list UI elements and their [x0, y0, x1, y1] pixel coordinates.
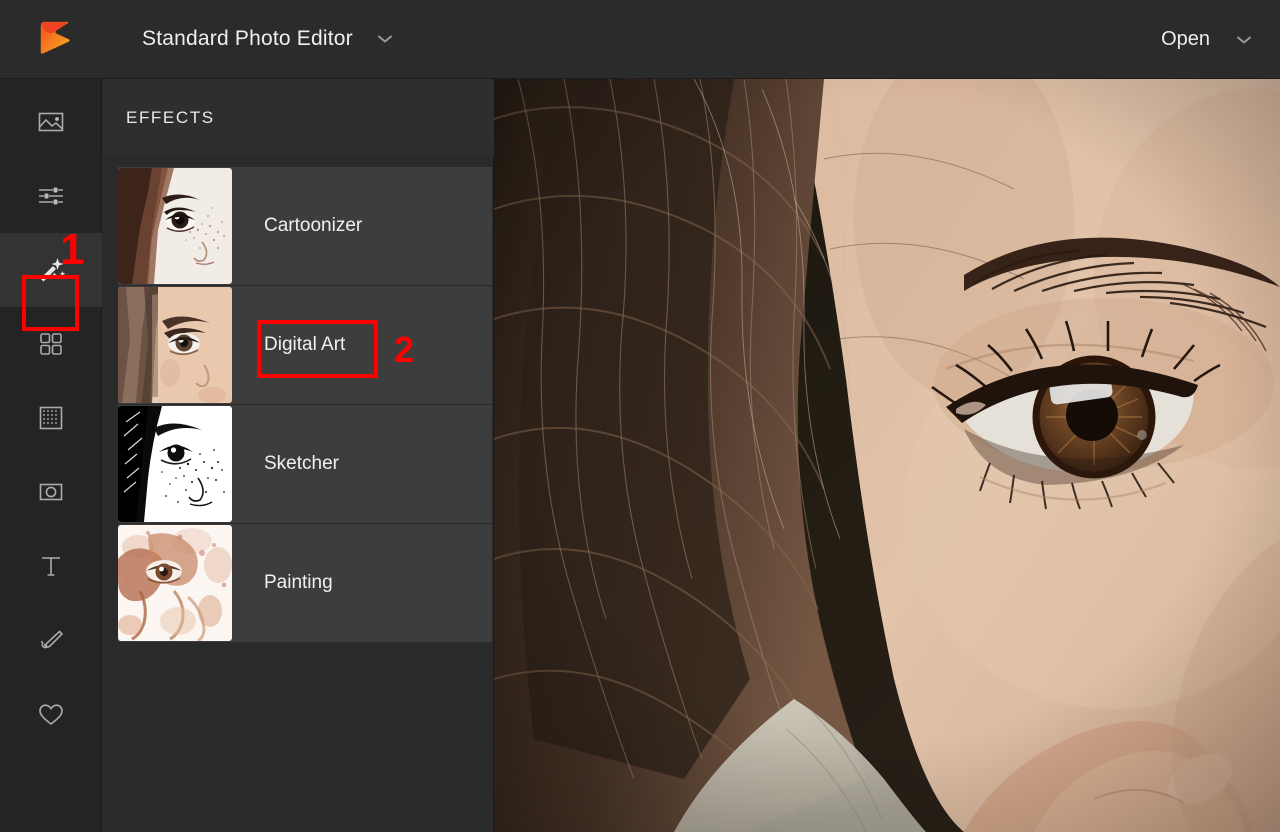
- digital-art-thumbnail: [118, 287, 232, 403]
- sidebar-item-image[interactable]: [0, 85, 102, 159]
- app-header: Standard Photo Editor Open: [0, 0, 1280, 79]
- chevron-down-icon: [377, 34, 393, 44]
- texture-icon: [33, 400, 69, 436]
- sidebar-item-adjust[interactable]: [0, 159, 102, 233]
- effect-row-cartoonizer[interactable]: Cartoonizer: [118, 167, 492, 285]
- open-button[interactable]: Open: [1161, 0, 1252, 79]
- sidebar-item-artsy[interactable]: [0, 307, 102, 381]
- effect-label: Cartoonizer: [264, 215, 362, 237]
- effects-list: Cartoonizer: [102, 167, 494, 643]
- frame-circle-icon: [33, 474, 69, 510]
- digital-art-effect-label: Digital Art: [264, 334, 345, 356]
- page-title: Standard Photo Editor: [142, 27, 353, 51]
- heart-icon: [33, 696, 69, 732]
- befunky-logo-icon: [36, 20, 74, 58]
- effect-row-digital-art[interactable]: Digital Art: [118, 286, 492, 404]
- effect-row-painting[interactable]: Painting: [118, 524, 492, 642]
- effects-panel-header: EFFECTS: [102, 79, 494, 156]
- open-button-label: Open: [1161, 28, 1210, 51]
- effects-panel: EFFECTS: [102, 79, 494, 832]
- app-title-dropdown[interactable]: Standard Photo Editor: [142, 27, 393, 51]
- tool-sidebar: [0, 79, 102, 832]
- effect-row-sketcher[interactable]: Sketcher: [118, 405, 492, 523]
- sidebar-item-frames[interactable]: [0, 455, 102, 529]
- sidebar-item-graphics[interactable]: [0, 677, 102, 751]
- image-icon: [33, 104, 69, 140]
- chevron-down-icon: [1236, 35, 1252, 45]
- effect-label: Painting: [264, 572, 333, 594]
- sketcher-thumbnail: [118, 406, 232, 522]
- sliders-icon: [33, 178, 69, 214]
- text-t-icon: [33, 548, 69, 584]
- painting-thumbnail: [118, 525, 232, 641]
- sidebar-item-draw[interactable]: [0, 603, 102, 677]
- sidebar-item-overlays[interactable]: [0, 381, 102, 455]
- grid-squares-icon: [33, 326, 69, 362]
- photo-editor-app: Standard Photo Editor Open: [0, 0, 1280, 832]
- app-logo[interactable]: [0, 0, 110, 79]
- effects-panel-title: EFFECTS: [126, 108, 215, 128]
- effect-label: Sketcher: [264, 453, 339, 475]
- magic-wand-icon: [33, 252, 69, 288]
- photo-canvas[interactable]: [494, 79, 1280, 832]
- portrait-photo: [494, 79, 1280, 832]
- cartoonizer-thumbnail: [118, 168, 232, 284]
- sidebar-item-effects[interactable]: [0, 233, 102, 307]
- pencil-icon: [33, 622, 69, 658]
- sidebar-item-text[interactable]: [0, 529, 102, 603]
